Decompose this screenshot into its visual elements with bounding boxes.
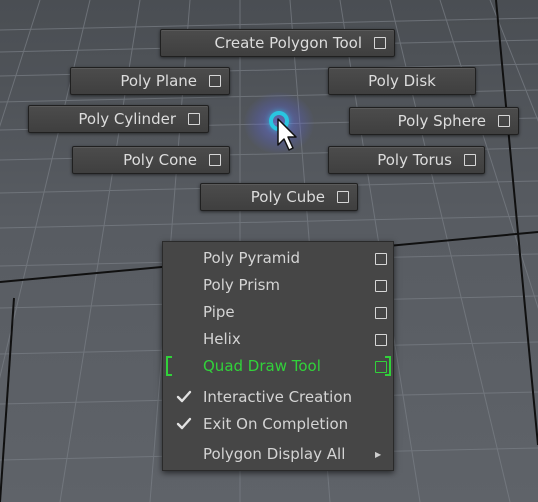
poly-cube-button[interactable]: Poly Cube [200, 183, 358, 211]
option-box-icon[interactable] [209, 75, 221, 87]
poly-torus-button[interactable]: Poly Torus [328, 146, 485, 174]
option-box-icon[interactable] [375, 253, 387, 265]
menu-item-label: Poly Pyramid [203, 249, 301, 267]
option-box-icon[interactable] [188, 113, 200, 125]
menu-item-poly-pyramid[interactable]: Poly Pyramid [163, 245, 395, 272]
menu-item-label: Interactive Creation [203, 388, 353, 406]
option-box-icon[interactable] [337, 191, 349, 203]
menu-item-label: Pipe [203, 303, 235, 321]
submenu-arrow-icon: ▶ [375, 450, 382, 459]
menu-item-label: Poly Prism [203, 276, 281, 294]
overflow-menu: Poly Pyramid Poly Prism Pipe Helix Quad … [162, 241, 394, 471]
menu-item-label: Exit On Completion [203, 415, 349, 433]
menu-item-label: Quad Draw Tool [203, 357, 321, 375]
create-polygon-tool-button[interactable]: Create Polygon Tool [160, 29, 395, 57]
option-box-icon[interactable] [464, 154, 476, 166]
poly-plane-label: Poly Plane [120, 72, 197, 90]
option-box-icon[interactable] [374, 37, 386, 49]
option-box-icon[interactable] [209, 154, 221, 166]
option-box-icon[interactable] [375, 280, 387, 292]
menu-item-label: Helix [203, 330, 241, 348]
menu-item-quad-draw-tool[interactable]: Quad Draw Tool [163, 353, 395, 380]
checkmark-icon [176, 390, 192, 403]
poly-disk-label: Poly Disk [368, 72, 436, 90]
poly-torus-label: Poly Torus [377, 151, 452, 169]
poly-sphere-button[interactable]: Poly Sphere [349, 107, 519, 135]
mouse-cursor-icon [277, 118, 297, 151]
poly-disk-button[interactable]: Poly Disk [328, 67, 476, 95]
menu-item-exit-on-completion[interactable]: Exit On Completion [163, 411, 395, 438]
menu-item-helix[interactable]: Helix [163, 326, 395, 353]
menu-item-pipe[interactable]: Pipe [163, 299, 395, 326]
option-box-icon[interactable] [375, 307, 387, 319]
menu-item-polygon-display-all[interactable]: Polygon Display All ▶ [163, 441, 395, 468]
poly-cone-button[interactable]: Poly Cone [72, 146, 230, 174]
menu-item-interactive-creation[interactable]: Interactive Creation [163, 384, 395, 411]
option-box-icon[interactable] [375, 334, 387, 346]
poly-cylinder-label: Poly Cylinder [78, 110, 176, 128]
menu-item-poly-prism[interactable]: Poly Prism [163, 272, 395, 299]
poly-cylinder-button[interactable]: Poly Cylinder [28, 105, 209, 133]
option-box-icon[interactable] [498, 115, 510, 127]
selection-bracket-left [166, 356, 172, 376]
poly-plane-button[interactable]: Poly Plane [70, 67, 230, 95]
selection-bracket-right [385, 356, 391, 376]
create-polygon-tool-label: Create Polygon Tool [214, 34, 362, 52]
poly-cube-label: Poly Cube [250, 188, 325, 206]
poly-sphere-label: Poly Sphere [397, 112, 486, 130]
checkmark-icon [176, 417, 192, 430]
poly-cone-label: Poly Cone [123, 151, 197, 169]
menu-item-label: Polygon Display All [203, 445, 346, 463]
